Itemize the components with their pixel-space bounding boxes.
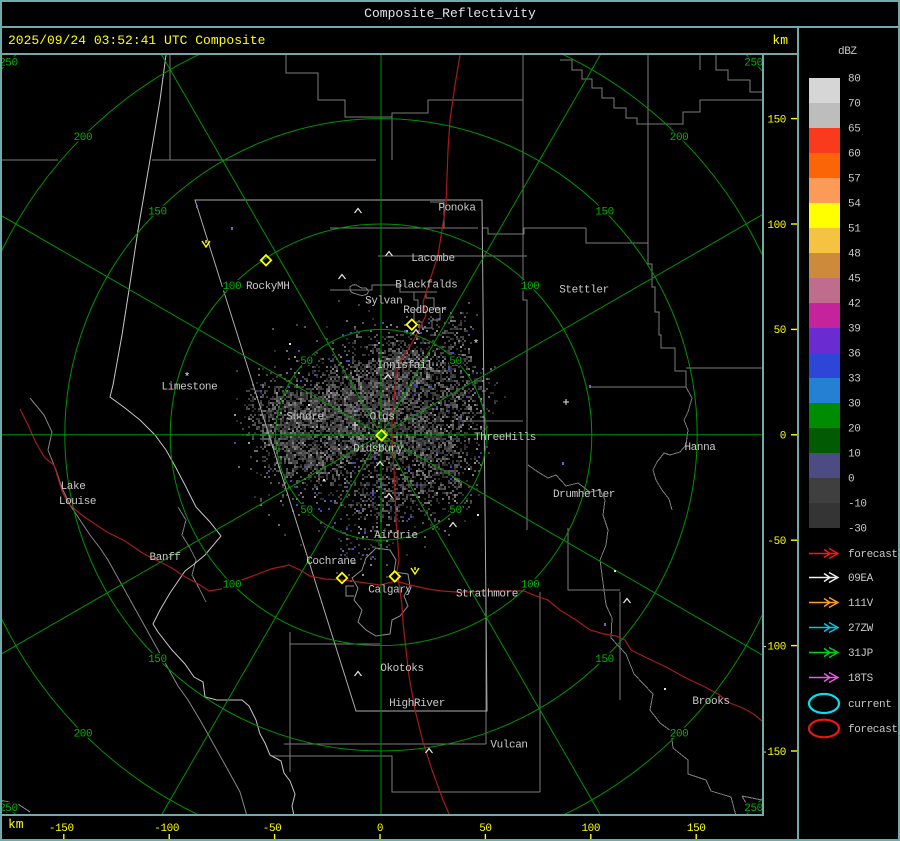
- svg-text:250: 250: [0, 58, 18, 70]
- svg-text:Blackfalds: Blackfalds: [395, 279, 457, 291]
- svg-text:Hanna: Hanna: [684, 442, 716, 454]
- svg-text:200: 200: [670, 728, 689, 740]
- svg-text:54: 54: [848, 199, 861, 211]
- svg-text:-150: -150: [761, 747, 786, 759]
- svg-text:0: 0: [377, 823, 383, 835]
- svg-text:Ponoka: Ponoka: [438, 202, 476, 214]
- svg-text:200: 200: [670, 132, 689, 144]
- svg-text:Airdrie: Airdrie: [374, 530, 417, 542]
- svg-text:111V: 111V: [848, 598, 874, 610]
- svg-text:50: 50: [300, 505, 312, 517]
- svg-text:80: 80: [848, 74, 860, 86]
- svg-text:Innisfail: Innisfail: [377, 360, 433, 372]
- svg-text:Olds: Olds: [370, 412, 395, 424]
- svg-text:36: 36: [848, 349, 860, 361]
- svg-text:forecast: forecast: [848, 724, 898, 736]
- svg-text:50: 50: [449, 505, 461, 517]
- svg-text:39: 39: [848, 324, 860, 336]
- svg-text:Okotoks: Okotoks: [380, 663, 423, 675]
- svg-text:45: 45: [848, 274, 860, 286]
- svg-text:-100: -100: [154, 823, 179, 835]
- svg-text:09EA: 09EA: [848, 573, 874, 585]
- svg-text:27ZW: 27ZW: [848, 623, 874, 635]
- svg-text:42: 42: [848, 299, 860, 311]
- svg-text:Calgary: Calgary: [368, 584, 412, 596]
- svg-text:-100: -100: [761, 641, 786, 653]
- svg-text:65: 65: [848, 124, 860, 136]
- svg-text:HighRiver: HighRiver: [389, 698, 445, 710]
- svg-text:33: 33: [848, 374, 860, 386]
- svg-text:Drumheller: Drumheller: [553, 489, 615, 501]
- svg-text:100: 100: [521, 579, 540, 591]
- svg-text:RedDeer: RedDeer: [403, 305, 446, 317]
- svg-text:50: 50: [774, 325, 786, 337]
- svg-text:150: 150: [767, 114, 786, 126]
- svg-text:100: 100: [767, 220, 786, 232]
- svg-text:Lacombe: Lacombe: [411, 253, 454, 265]
- svg-text:Didsbury: Didsbury: [353, 443, 403, 455]
- svg-text:50: 50: [300, 356, 312, 368]
- svg-text:200: 200: [74, 728, 93, 740]
- svg-text:100: 100: [223, 281, 242, 293]
- svg-text:Limestone: Limestone: [161, 381, 217, 393]
- svg-text:0: 0: [848, 474, 854, 486]
- svg-text:150: 150: [595, 654, 614, 666]
- svg-text:150: 150: [148, 654, 167, 666]
- svg-text:200: 200: [74, 132, 93, 144]
- svg-text:current: current: [848, 699, 891, 711]
- svg-text:-10: -10: [848, 499, 867, 511]
- svg-text:Stettler: Stettler: [559, 284, 609, 296]
- svg-text:30: 30: [848, 399, 860, 411]
- svg-text:-150: -150: [49, 823, 74, 835]
- svg-text:Brooks: Brooks: [692, 696, 729, 708]
- svg-text:150: 150: [148, 207, 167, 219]
- svg-text:150: 150: [595, 207, 614, 219]
- svg-text:20: 20: [848, 424, 860, 436]
- svg-text:0: 0: [780, 431, 786, 443]
- svg-text:70: 70: [848, 99, 860, 111]
- svg-text:250: 250: [744, 58, 763, 70]
- svg-text:-30: -30: [848, 524, 867, 536]
- svg-text:Banff: Banff: [149, 552, 180, 564]
- svg-text:Sundre: Sundre: [286, 411, 323, 423]
- svg-text:100: 100: [223, 579, 242, 591]
- svg-text:150: 150: [687, 823, 706, 835]
- svg-text:forecast: forecast: [848, 549, 898, 561]
- svg-text:ThreeHills: ThreeHills: [474, 432, 536, 444]
- svg-text:-50: -50: [263, 823, 282, 835]
- svg-text:50: 50: [449, 356, 461, 368]
- svg-text:Sylvan: Sylvan: [365, 295, 402, 307]
- svg-text:Louise: Louise: [59, 496, 96, 508]
- svg-text:*: *: [473, 339, 480, 351]
- svg-text:60: 60: [848, 149, 860, 161]
- svg-text:RockyMH: RockyMH: [246, 281, 289, 293]
- svg-text:Strathmore: Strathmore: [456, 588, 518, 600]
- svg-text:100: 100: [581, 823, 600, 835]
- svg-text:57: 57: [848, 174, 860, 186]
- svg-text:48: 48: [848, 249, 860, 261]
- svg-text:dBZ: dBZ: [838, 46, 857, 58]
- svg-text:Cochrane: Cochrane: [306, 556, 356, 568]
- svg-text:31JP: 31JP: [848, 648, 874, 660]
- svg-text:10: 10: [848, 449, 860, 461]
- svg-text:100: 100: [521, 281, 540, 293]
- svg-text:-50: -50: [767, 536, 786, 548]
- svg-text:50: 50: [479, 823, 491, 835]
- svg-text:18TS: 18TS: [848, 673, 874, 685]
- svg-text:51: 51: [848, 224, 861, 236]
- svg-text:Lake: Lake: [61, 481, 86, 493]
- svg-text:Vulcan: Vulcan: [490, 739, 527, 751]
